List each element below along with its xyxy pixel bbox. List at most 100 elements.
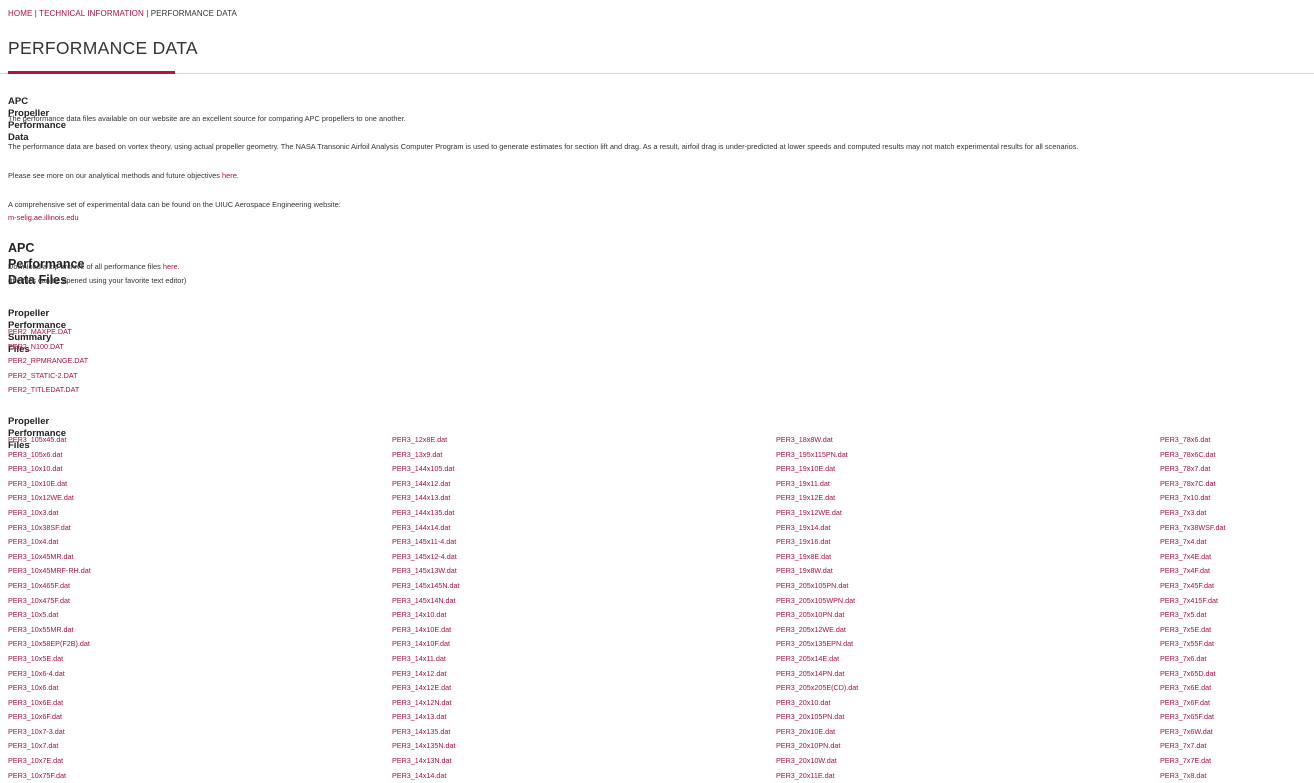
performance-file-link[interactable]: PER3_10x6-4.dat (8, 669, 65, 678)
breadcrumb-technical-link[interactable]: TECHNICAL INFORMATION (39, 9, 144, 18)
summary-file-link[interactable]: PER2_RPMRANGE.DAT (8, 356, 88, 365)
performance-file-link[interactable]: PER3_19x11.dat (776, 479, 830, 488)
performance-file-link[interactable]: PER3_145x14N.dat (392, 596, 456, 605)
performance-file-link[interactable]: PER3_7x7.dat (1160, 741, 1206, 750)
performance-file-link[interactable]: PER3_7x3.dat (1160, 508, 1206, 517)
performance-file-link[interactable]: PER3_7x65D.dat (1160, 669, 1216, 678)
performance-file-link[interactable]: PER3_205x12WE.dat (776, 625, 846, 634)
performance-file-link[interactable]: PER3_10x3.dat (8, 508, 58, 517)
performance-file-link[interactable]: PER3_7x45F.dat (1160, 581, 1214, 590)
performance-file-link[interactable]: PER3_7x7E.dat (1160, 756, 1211, 765)
performance-file-link[interactable]: PER3_14x10E.dat (392, 625, 451, 634)
performance-file-link[interactable]: PER3_7x65F.dat (1160, 712, 1214, 721)
performance-file-link[interactable]: PER3_10x465F.dat (8, 581, 70, 590)
performance-file-link[interactable]: PER3_195x115PN.dat (776, 450, 848, 459)
performance-file-link[interactable]: PER3_7x8.dat (1160, 771, 1206, 780)
performance-file-link[interactable]: PER3_10x6F.dat (8, 712, 62, 721)
performance-file-link[interactable]: PER3_14x135.dat (392, 727, 450, 736)
performance-file-link[interactable]: PER3_144x14.dat (392, 523, 450, 532)
performance-file-link[interactable]: PER3_14x12E.dat (392, 683, 451, 692)
performance-file-link[interactable]: PER3_14x13N.dat (392, 756, 452, 765)
performance-file-link[interactable]: PER3_14x10F.dat (392, 639, 450, 648)
performance-file-link[interactable]: PER3_205x14E.dat (776, 654, 839, 663)
performance-file-link[interactable]: PER3_7x55F.dat (1160, 639, 1214, 648)
summary-file-link[interactable]: PER2_MAXPE.DAT (8, 327, 72, 336)
performance-file-link[interactable]: PER3_10x4.dat (8, 537, 58, 546)
performance-file-link[interactable]: PER3_10x7.dat (8, 741, 58, 750)
performance-file-link[interactable]: PER3_7x4.dat (1160, 537, 1206, 546)
uiuc-website-link[interactable]: m-selig.ae.illinois.edu (8, 213, 79, 222)
breadcrumb-home-link[interactable]: HOME (8, 9, 32, 18)
performance-file-link[interactable]: PER3_10x45MRF-RH.dat (8, 566, 91, 575)
performance-file-link[interactable]: PER3_105x45.dat (8, 435, 66, 444)
summary-file-link[interactable]: PER2_N100.DAT (8, 342, 64, 351)
performance-file-link[interactable]: PER3_14x12N.dat (392, 698, 452, 707)
performance-file-link[interactable]: PER3_145x145N.dat (392, 581, 460, 590)
performance-file-link[interactable]: PER3_7x6.dat (1160, 654, 1206, 663)
performance-file-link[interactable]: PER3_10x45MR.dat (8, 552, 74, 561)
performance-file-link[interactable]: PER3_7x6E.dat (1160, 683, 1211, 692)
performance-file-link[interactable]: PER3_13x9.dat (392, 450, 442, 459)
performance-file-link[interactable]: PER3_10x58EP(F2B).dat (8, 639, 90, 648)
performance-file-link[interactable]: PER3_7x4E.dat (1160, 552, 1211, 561)
performance-file-link[interactable]: PER3_19x14.dat (776, 523, 830, 532)
performance-file-link[interactable]: PER3_19x12WE.dat (776, 508, 842, 517)
performance-file-link[interactable]: PER3_145x11-4.dat (392, 537, 456, 546)
performance-file-link[interactable]: PER3_10x5.dat (8, 610, 58, 619)
performance-file-link[interactable]: PER3_144x12.dat (392, 479, 450, 488)
performance-file-link[interactable]: PER3_7x415F.dat (1160, 596, 1218, 605)
performance-file-link[interactable]: PER3_20x105PN.dat (776, 712, 844, 721)
performance-file-link[interactable]: PER3_144x105.dat (392, 464, 454, 473)
performance-file-link[interactable]: PER3_205x105PN.dat (776, 581, 848, 590)
performance-file-link[interactable]: PER3_205x205E(CD).dat (776, 683, 858, 692)
performance-file-link[interactable]: PER3_78x7.dat (1160, 464, 1210, 473)
performance-file-link[interactable]: PER3_20x10.dat (776, 698, 830, 707)
performance-file-link[interactable]: PER3_14x13.dat (392, 712, 446, 721)
performance-file-link[interactable]: PER3_18x8W.dat (776, 435, 833, 444)
performance-file-link[interactable]: PER3_78x6C.dat (1160, 450, 1216, 459)
performance-file-link[interactable]: PER3_14x135N.dat (392, 741, 456, 750)
performance-file-link[interactable]: PER3_7x6W.dat (1160, 727, 1213, 736)
performance-file-link[interactable]: PER3_10x5E.dat (8, 654, 63, 663)
performance-file-link[interactable]: PER3_7x38WSF.dat (1160, 523, 1226, 532)
performance-file-link[interactable]: PER3_7x6F.dat (1160, 698, 1210, 707)
analytical-methods-link[interactable]: here (222, 171, 237, 180)
download-zip-link[interactable]: here (163, 262, 178, 271)
performance-file-link[interactable]: PER3_20x10W.dat (776, 756, 837, 765)
performance-file-link[interactable]: PER3_20x11E.dat (776, 771, 835, 780)
performance-file-link[interactable]: PER3_10x475F.dat (8, 596, 70, 605)
performance-file-link[interactable]: PER3_10x12WE.dat (8, 493, 74, 502)
performance-file-link[interactable]: PER3_10x10.dat (8, 464, 62, 473)
performance-file-link[interactable]: PER3_12x8E.dat (392, 435, 447, 444)
performance-file-link[interactable]: PER3_78x7C.dat (1160, 479, 1216, 488)
performance-file-link[interactable]: PER3_205x105WPN.dat (776, 596, 855, 605)
performance-file-link[interactable]: PER3_10x10E.dat (8, 479, 67, 488)
performance-file-link[interactable]: PER3_19x10E.dat (776, 464, 835, 473)
performance-file-link[interactable]: PER3_19x16.dat (776, 537, 830, 546)
summary-file-link[interactable]: PER2_STATIC-2.DAT (8, 371, 78, 380)
performance-file-link[interactable]: PER3_14x14.dat (392, 771, 446, 780)
performance-file-link[interactable]: PER3_19x8W.dat (776, 566, 833, 575)
performance-file-link[interactable]: PER3_7x5.dat (1160, 610, 1206, 619)
performance-file-link[interactable]: PER3_19x8E.dat (776, 552, 831, 561)
performance-file-link[interactable]: PER3_144x135.dat (392, 508, 454, 517)
performance-file-link[interactable]: PER3_14x11.dat (392, 654, 446, 663)
performance-file-link[interactable]: PER3_10x7E.dat (8, 756, 63, 765)
performance-file-link[interactable]: PER3_10x6.dat (8, 683, 58, 692)
performance-file-link[interactable]: PER3_10x7-3.dat (8, 727, 65, 736)
performance-file-link[interactable]: PER3_20x10E.dat (776, 727, 835, 736)
performance-file-link[interactable]: PER3_7x10.dat (1160, 493, 1210, 502)
performance-file-link[interactable]: PER3_205x10PN.dat (776, 610, 844, 619)
performance-file-link[interactable]: PER3_144x13.dat (392, 493, 450, 502)
performance-file-link[interactable]: PER3_19x12E.dat (776, 493, 835, 502)
performance-file-link[interactable]: PER3_10x75F.dat (8, 771, 66, 780)
performance-file-link[interactable]: PER3_14x12.dat (392, 669, 446, 678)
performance-file-link[interactable]: PER3_10x38SF.dat (8, 523, 71, 532)
performance-file-link[interactable]: PER3_20x10PN.dat (776, 741, 840, 750)
performance-file-link[interactable]: PER3_7x4F.dat (1160, 566, 1210, 575)
performance-file-link[interactable]: PER3_145x13W.dat (392, 566, 457, 575)
summary-file-link[interactable]: PER2_TITLEDAT.DAT (8, 385, 79, 394)
performance-file-link[interactable]: PER3_10x55MR.dat (8, 625, 74, 634)
performance-file-link[interactable]: PER3_14x10.dat (392, 610, 446, 619)
performance-file-link[interactable]: PER3_10x6E.dat (8, 698, 63, 707)
